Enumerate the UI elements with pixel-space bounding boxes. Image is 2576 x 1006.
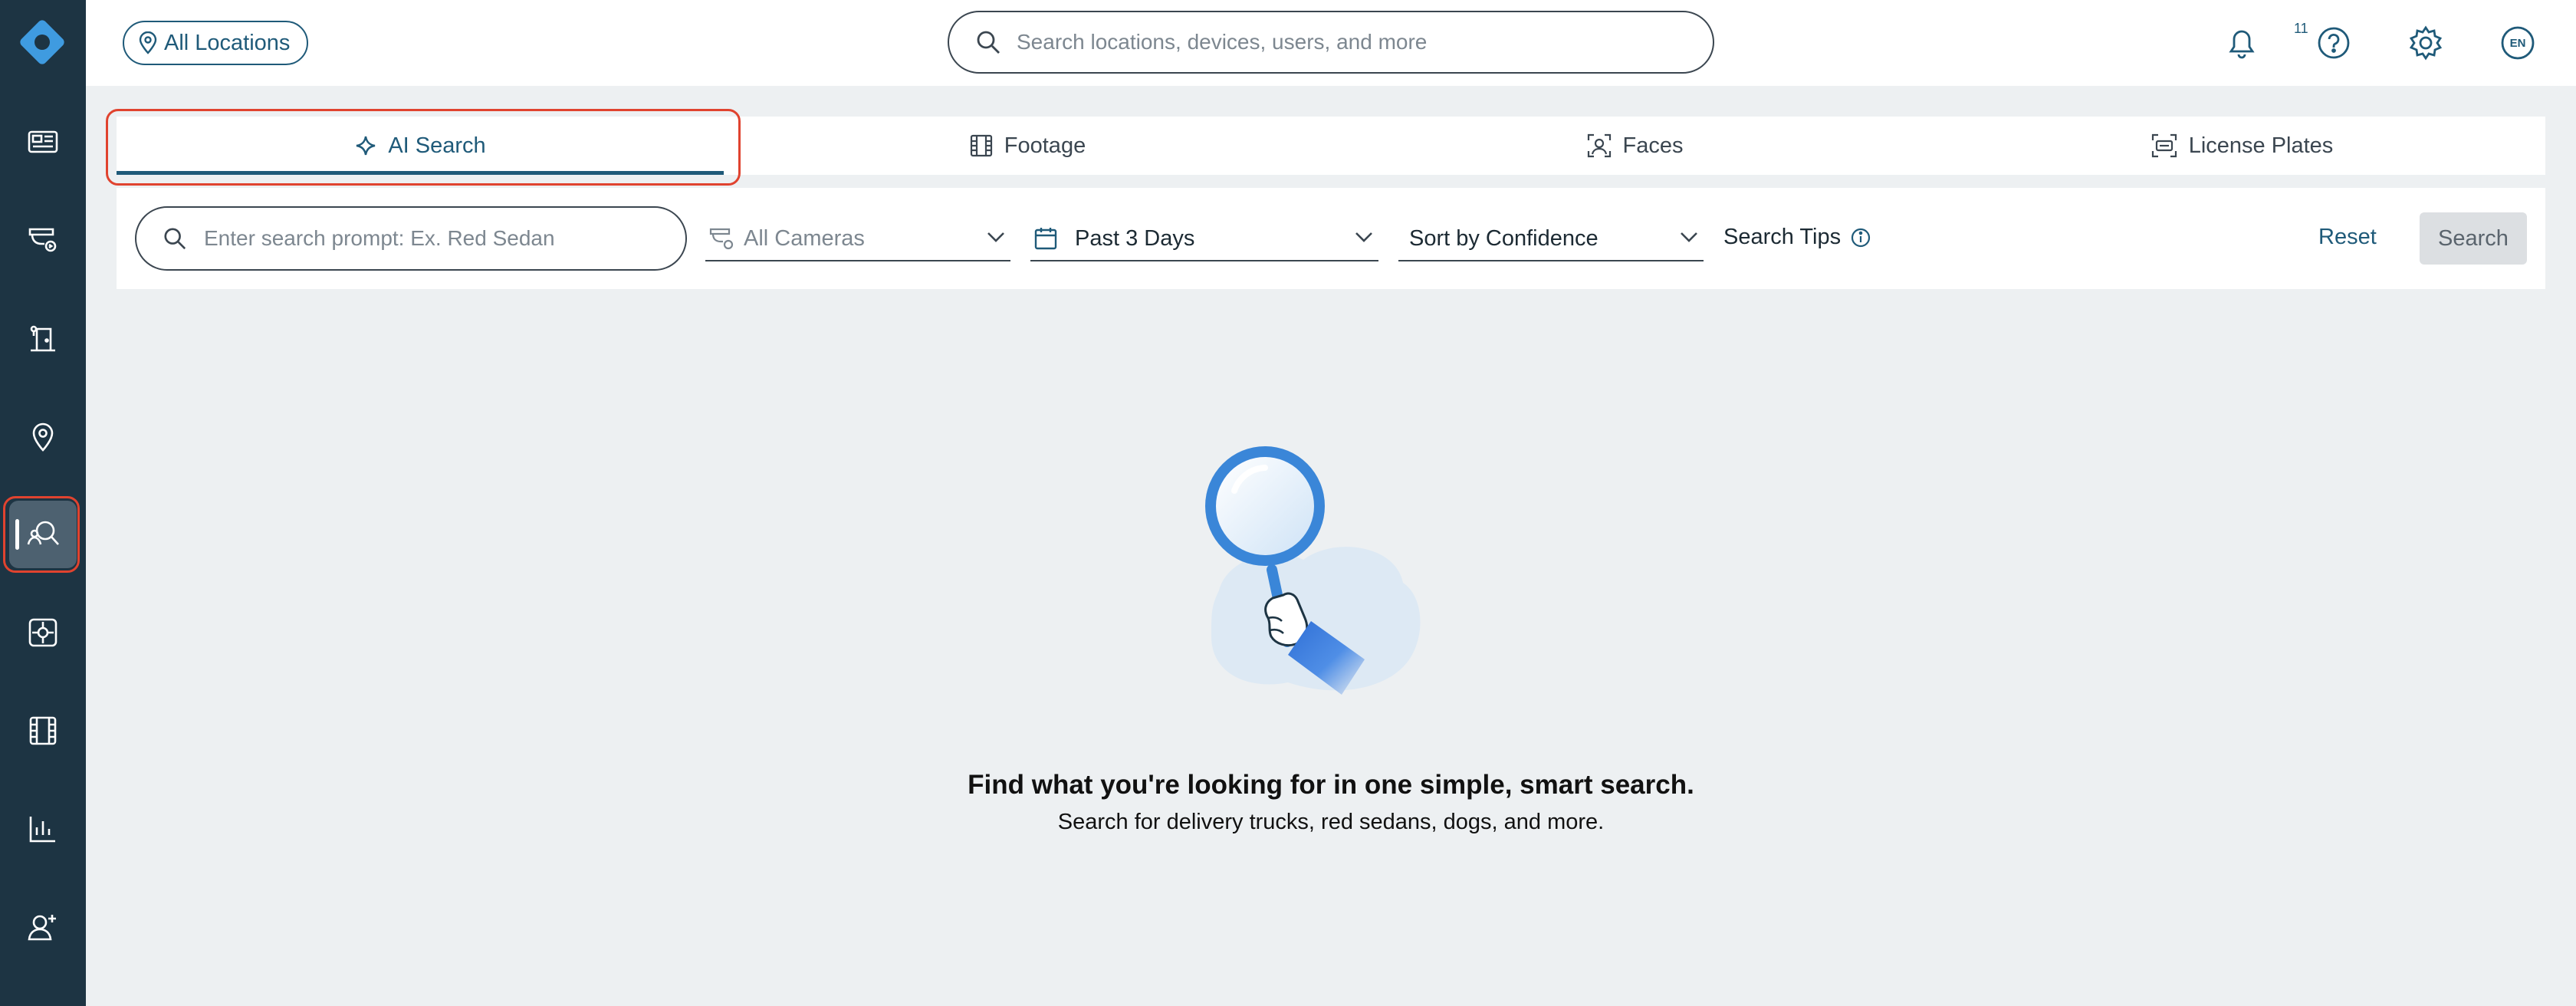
prompt-input[interactable]	[204, 226, 664, 251]
prompt-search-field[interactable]	[135, 206, 687, 271]
chevron-down-icon	[1355, 232, 1372, 242]
tab-label: Faces	[1622, 133, 1684, 158]
sidebar-item-dashboard[interactable]	[9, 108, 77, 176]
magnifier-illustration	[1205, 446, 1421, 695]
notification-count: 11	[2294, 21, 2308, 36]
sidebar-item-access[interactable]	[9, 304, 77, 372]
footage-icon	[29, 716, 57, 745]
access-control-icon	[30, 325, 55, 352]
date-range-value: Past 3 Days	[1075, 225, 1195, 251]
language-code: EN	[2509, 36, 2526, 50]
camera-icon	[709, 228, 734, 250]
sidebar-highlight	[3, 496, 80, 573]
cameras-value: All Cameras	[744, 225, 865, 251]
sidebar-item-cameras[interactable]	[9, 206, 77, 274]
plate-scan-icon	[2151, 133, 2177, 158]
help-icon	[2318, 27, 2350, 59]
top-bar: All Locations 11 EN	[86, 0, 2576, 86]
search-filters: All Cameras Past 3 Days Sort by Confiden…	[117, 188, 2545, 289]
alarms-icon	[28, 618, 58, 647]
global-search[interactable]	[948, 11, 1714, 74]
help-button[interactable]	[2315, 25, 2352, 61]
tab-label: Footage	[1004, 133, 1086, 158]
locations-icon	[32, 422, 54, 452]
location-label: All Locations	[164, 30, 291, 55]
sidebar-item-footage[interactable]	[9, 697, 77, 764]
global-search-input[interactable]	[1017, 30, 1661, 54]
sort-dropdown[interactable]: Sort by Confidence	[1398, 217, 1704, 261]
cameras-icon	[28, 228, 57, 252]
face-scan-icon	[1587, 133, 1611, 158]
search-tips-label: Search Tips	[1723, 225, 1842, 249]
calendar-icon	[1034, 228, 1057, 250]
tab-footage[interactable]: Footage	[724, 117, 1331, 175]
language-button[interactable]: EN	[2499, 25, 2536, 61]
tab-faces[interactable]: Faces	[1331, 117, 1938, 175]
cameras-dropdown[interactable]: All Cameras	[705, 217, 1010, 261]
info-icon	[1852, 228, 1871, 247]
search-icon	[977, 31, 1000, 54]
empty-state-title: Find what you're looking for in one simp…	[968, 770, 1694, 800]
sidebar-item-locations[interactable]	[9, 403, 77, 470]
settings-button[interactable]	[2407, 25, 2444, 61]
search-button[interactable]: Search	[2420, 212, 2527, 265]
film-icon	[970, 134, 992, 157]
search-icon	[164, 228, 186, 250]
search-tips[interactable]: Search Tips	[1723, 225, 1871, 250]
reset-button[interactable]: Reset	[2318, 225, 2377, 250]
location-selector[interactable]: All Locations	[123, 21, 309, 65]
bell-icon	[2229, 30, 2255, 59]
chevron-down-icon	[1681, 232, 1697, 242]
sidebar-item-alarms[interactable]	[9, 599, 77, 666]
notifications-button[interactable]	[2223, 25, 2260, 61]
empty-state-subtitle: Search for delivery trucks, red sedans, …	[1057, 810, 1605, 834]
add-user-icon	[28, 915, 56, 941]
location-pin-icon	[139, 31, 157, 54]
chevron-down-icon	[987, 232, 1004, 242]
sort-value: Sort by Confidence	[1409, 225, 1598, 251]
date-range-dropdown[interactable]: Past 3 Days	[1030, 217, 1378, 261]
app-logo[interactable]	[15, 15, 69, 69]
sidebar-item-add-user[interactable]	[9, 893, 77, 961]
tab-label: License Plates	[2188, 133, 2334, 158]
dashboard-icon	[28, 130, 58, 153]
tab-license-plates[interactable]: License Plates	[1938, 117, 2545, 175]
gear-icon	[2409, 25, 2443, 61]
tab-highlight	[106, 109, 741, 186]
